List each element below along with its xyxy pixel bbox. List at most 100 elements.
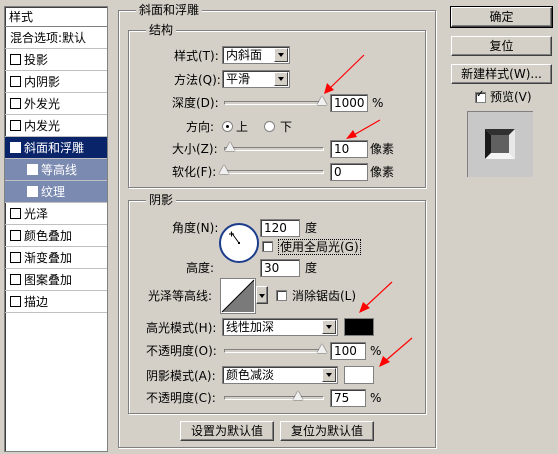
- shadow-opacity-input[interactable]: 75: [330, 389, 366, 407]
- angle-unit: 度: [305, 221, 318, 235]
- anti-alias-label[interactable]: 消除锯齿(L): [292, 288, 356, 304]
- style-list-checkbox[interactable]: [10, 208, 21, 219]
- style-list-label: 混合选项:默认: [10, 31, 87, 45]
- style-list-checkbox[interactable]: [27, 186, 38, 197]
- shadow-opacity-unit: %: [370, 391, 382, 405]
- shadow-opacity-label: 不透明度(C):: [146, 391, 216, 405]
- gloss-contour-preview[interactable]: [220, 278, 256, 314]
- new-style-button[interactable]: 新建样式(W)...: [451, 64, 552, 84]
- highlight-opacity-track[interactable]: [224, 349, 324, 353]
- style-list-label: 图案叠加: [24, 273, 73, 287]
- style-list-item[interactable]: 投影: [5, 49, 107, 71]
- style-list-item[interactable]: 混合选项:默认: [5, 27, 107, 49]
- style-list-label: 渐变叠加: [24, 251, 73, 265]
- style-list-item[interactable]: 颜色叠加: [5, 225, 107, 247]
- shadow-mode-value: 颜色减淡: [226, 368, 275, 382]
- style-list-label: 内发光: [24, 119, 61, 133]
- size-slider-track[interactable]: [224, 147, 324, 151]
- shadow-mode-select[interactable]: 颜色减淡: [222, 366, 338, 384]
- angle-input[interactable]: 120: [260, 219, 300, 237]
- shadow-mode-label: 阴影模式(A):: [146, 369, 216, 383]
- style-list-item[interactable]: 纹理: [5, 181, 107, 203]
- style-select[interactable]: 内斜面: [222, 46, 290, 64]
- style-list-item[interactable]: 等高线: [5, 159, 107, 181]
- style-list-checkbox[interactable]: [10, 274, 21, 285]
- highlight-opacity-input[interactable]: 100: [330, 342, 366, 360]
- direction-up-radio[interactable]: [222, 121, 233, 132]
- anti-alias-checkbox[interactable]: [276, 290, 287, 301]
- shadow-opacity-track[interactable]: [224, 396, 324, 400]
- size-label: 大小(Z):: [172, 142, 218, 156]
- chevron-down-icon[interactable]: [322, 320, 336, 334]
- bevel-emboss-title: 斜面和浮雕: [136, 3, 203, 17]
- direction-up-label[interactable]: 上: [236, 119, 248, 135]
- style-list-checkbox[interactable]: [10, 296, 21, 307]
- chevron-down-icon[interactable]: [274, 72, 288, 86]
- style-list-checkbox[interactable]: [10, 230, 21, 241]
- direction-down-radio[interactable]: [264, 121, 275, 132]
- highlight-mode-value: 线性加深: [226, 320, 275, 334]
- soften-unit: 像素: [370, 165, 395, 179]
- highlight-opacity-label: 不透明度(O):: [146, 344, 217, 358]
- direction-label: 方向:: [186, 120, 215, 134]
- structure-title: 结构: [146, 23, 177, 37]
- style-list-checkbox[interactable]: [10, 252, 21, 263]
- angle-label: 角度(N):: [172, 221, 219, 235]
- soften-input[interactable]: 0: [330, 163, 368, 181]
- style-list-label: 描边: [24, 295, 49, 309]
- size-slider-thumb[interactable]: [224, 142, 235, 151]
- style-list-checkbox[interactable]: [10, 54, 21, 65]
- soften-slider-track[interactable]: [224, 170, 324, 174]
- soften-slider-thumb[interactable]: [219, 165, 229, 174]
- style-list-label: 纹理: [41, 185, 66, 199]
- style-list-label: 投影: [24, 53, 49, 67]
- gloss-contour-dropdown[interactable]: [256, 286, 268, 304]
- direction-down-label[interactable]: 下: [280, 119, 292, 135]
- make-default-button[interactable]: 设置为默认值: [180, 421, 274, 441]
- highlight-opacity-thumb[interactable]: [317, 344, 327, 353]
- chevron-down-icon[interactable]: [274, 48, 288, 62]
- shadow-color-swatch[interactable]: [344, 366, 374, 384]
- technique-label: 方法(Q):: [174, 73, 221, 87]
- ok-button[interactable]: 确定: [450, 6, 553, 28]
- reset-default-button[interactable]: 复位为默认值: [280, 421, 374, 441]
- style-label: 样式(T):: [174, 49, 219, 63]
- style-list-checkbox[interactable]: [10, 138, 21, 160]
- altitude-input[interactable]: 30: [260, 259, 300, 277]
- style-list-item[interactable]: 外发光: [5, 93, 107, 115]
- altitude-label: 高度:: [186, 261, 215, 275]
- chevron-down-icon[interactable]: [322, 368, 336, 382]
- depth-slider-track[interactable]: [224, 101, 324, 105]
- style-list-checkbox[interactable]: [10, 98, 21, 109]
- annotation-arrow-icon: [359, 281, 393, 313]
- global-light-checkbox[interactable]: [262, 241, 273, 252]
- style-list-checkbox[interactable]: [10, 120, 21, 131]
- annotation-arrow-icon: [346, 119, 381, 139]
- shadow-opacity-thumb[interactable]: [292, 391, 303, 400]
- style-list-item[interactable]: 斜面和浮雕: [5, 137, 107, 160]
- technique-select-value: 平滑: [226, 72, 251, 86]
- highlight-color-swatch[interactable]: [344, 318, 374, 336]
- preview-checkbox[interactable]: [475, 89, 486, 103]
- style-list-checkbox[interactable]: [10, 76, 21, 87]
- global-light-label[interactable]: 使用全局光(G): [278, 239, 361, 255]
- style-list-item[interactable]: 内阴影: [5, 71, 107, 93]
- style-select-value: 内斜面: [226, 48, 263, 62]
- style-list-item[interactable]: 光泽: [5, 203, 107, 225]
- angle-dial[interactable]: [218, 222, 260, 264]
- styles-list-header[interactable]: 样式: [5, 7, 107, 27]
- style-list-checkbox[interactable]: [27, 164, 38, 175]
- highlight-mode-select[interactable]: 线性加深: [222, 318, 338, 336]
- style-list-item[interactable]: 内发光: [5, 115, 107, 137]
- style-list-item[interactable]: 描边: [5, 291, 107, 313]
- gloss-contour-label: 光泽等高线:: [148, 289, 213, 303]
- highlight-mode-label: 高光模式(H):: [146, 321, 217, 335]
- technique-select[interactable]: 平滑: [222, 70, 290, 88]
- altitude-unit: 度: [305, 261, 318, 275]
- style-list-label: 斜面和浮雕: [24, 141, 85, 155]
- preview-label[interactable]: 预览(V): [490, 89, 532, 105]
- reset-button[interactable]: 复位: [451, 36, 552, 56]
- style-list-item[interactable]: 图案叠加: [5, 269, 107, 291]
- style-list-item[interactable]: 渐变叠加: [5, 247, 107, 269]
- shading-title: 阴影: [146, 193, 177, 207]
